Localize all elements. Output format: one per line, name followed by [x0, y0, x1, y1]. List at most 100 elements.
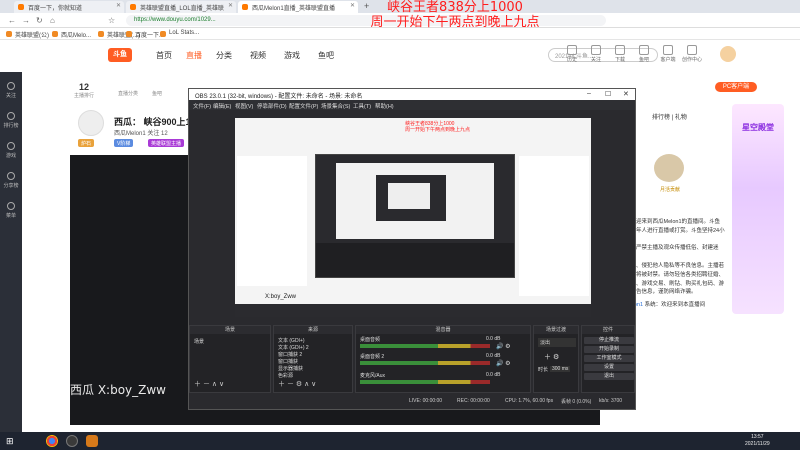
sidebar-item-menu[interactable]: 菜单: [0, 202, 22, 219]
sidebar-item-game[interactable]: 游戏: [0, 142, 22, 159]
browser-tab-active[interactable]: 西瓜Melon1直播_英雄联盟直播 ✕: [238, 1, 358, 13]
scenes-dock: 场景 场景 ＋ － ∧ ∨: [189, 325, 271, 393]
transition-toolbar[interactable]: ＋ ⚙: [544, 352, 559, 362]
system-clock[interactable]: 13:57 2021/11/29: [745, 434, 770, 448]
screen: 百度一下，你就知道 ✕ 英雄联盟直播_LOL直播_英雄联 ✕ 西瓜Melon1直播_…: [0, 0, 800, 450]
top-fan-avatar[interactable]: [654, 154, 684, 182]
streamer-avatar[interactable]: [78, 110, 104, 136]
source-item[interactable]: 显示器捕获: [278, 365, 303, 372]
duration-label: 时长: [538, 367, 549, 373]
nav-games[interactable]: 游戏: [284, 50, 300, 61]
source-item[interactable]: 窗口捕获 2: [278, 351, 302, 358]
source-item[interactable]: 文本 (GDI+) 2: [278, 344, 309, 351]
star-icon[interactable]: ☆: [108, 16, 115, 25]
menu-item[interactable]: 视图(V): [235, 102, 253, 110]
maximize-icon[interactable]: ☐: [605, 90, 611, 98]
douyu-icon: [130, 4, 136, 10]
exit-button[interactable]: 退出: [584, 373, 634, 380]
badge[interactable]: 英雄联盟主播: [148, 139, 185, 147]
douyu-icon: [242, 4, 248, 10]
chrome-icon[interactable]: [46, 435, 58, 447]
obs-preview[interactable]: 峡谷王者838分上1000 周一开始下午两点到晚上九点 X:boy_Zww: [235, 118, 591, 317]
speaker-icon[interactable]: 🔊 ⚙: [496, 343, 511, 350]
promo-title: 星空殿堂: [742, 123, 774, 132]
client-icon[interactable]: 客户端: [656, 45, 680, 63]
preview-watermark: X:boy_Zww: [265, 294, 297, 300]
douyu-logo[interactable]: 斗鱼: [108, 48, 132, 62]
close-icon[interactable]: ✕: [116, 2, 121, 9]
start-recording-button[interactable]: 开始录制: [584, 346, 634, 353]
streamer-name[interactable]: 西瓜Melon1 关注 12: [114, 128, 168, 137]
forward-icon[interactable]: →: [22, 16, 30, 25]
obs-window: OBS 23.0.1 (32-bit, windows) - 配置文件: 未命名…: [188, 88, 636, 410]
browser-tab[interactable]: 英雄联盟直播_LOL直播_英雄联 ✕: [126, 1, 236, 13]
menu-item[interactable]: 工具(T): [353, 102, 371, 110]
scene-item[interactable]: 场景: [194, 338, 204, 345]
obs-titlebar: OBS 23.0.1 (32-bit, windows) - 配置文件: 未命名…: [189, 89, 635, 100]
obs-icon[interactable]: [66, 435, 78, 447]
studio-mode-button[interactable]: 工作室模式: [584, 355, 634, 362]
nav-category[interactable]: 分类: [216, 50, 232, 61]
nav-live[interactable]: 直播: [186, 50, 202, 61]
menu-item[interactable]: 配置文件(P): [289, 102, 318, 110]
badge[interactable]: V阶梯: [114, 139, 134, 147]
source-item[interactable]: 文本 (GDI+): [278, 337, 305, 344]
user-avatar[interactable]: [720, 46, 736, 62]
mixer-track-label: 桌面音频 2: [360, 354, 385, 360]
rank-title[interactable]: 排行榜 | 礼物: [652, 112, 687, 121]
back-icon[interactable]: ←: [8, 16, 16, 25]
trophy-icon: [7, 112, 15, 120]
home-icon[interactable]: ⌂: [50, 16, 55, 25]
menu-item[interactable]: 文件(F): [193, 102, 211, 110]
cat-tab[interactable]: 直播分类: [118, 90, 138, 97]
cat-tab[interactable]: 鱼吧: [152, 90, 162, 97]
promo-banner[interactable]: 星空殿堂: [732, 104, 784, 314]
sidebar-item-share[interactable]: 分享榜: [0, 172, 22, 189]
refresh-icon[interactable]: ↻: [36, 16, 43, 25]
sidebar-item-follow[interactable]: 关注: [0, 82, 22, 99]
pc-client-button[interactable]: PC客户端: [715, 82, 757, 92]
sources-dock: 来源 文本 (GDI+) 文本 (GDI+) 2 窗口捕获 2 窗口捕获 显示器…: [273, 325, 353, 393]
bookmark[interactable]: 英雄联盟(公): [6, 30, 49, 39]
nav-home[interactable]: 首页: [156, 50, 172, 61]
anchor-rank[interactable]: 12 主播排行: [74, 82, 94, 99]
close-icon[interactable]: ✕: [228, 2, 233, 9]
nav-video[interactable]: 视频: [250, 50, 266, 61]
close-icon[interactable]: ✕: [623, 90, 629, 98]
source-toolbar[interactable]: ＋ － ⚙ ∧ ∨: [278, 379, 316, 389]
stop-streaming-button[interactable]: 停止推流: [584, 337, 634, 344]
sidebar-item-rank[interactable]: 排行榜: [0, 112, 22, 129]
minimize-icon[interactable]: –: [587, 90, 591, 97]
follow-icon[interactable]: 关注: [584, 45, 608, 63]
download-icon[interactable]: 下载: [608, 45, 632, 63]
creator-icon[interactable]: 创作中心: [680, 45, 704, 63]
bookmark[interactable]: 百度一下...: [126, 30, 164, 39]
obs-menubar: 文件(F) 编辑(E) 视图(V) 停靠部件(D) 配置文件(P) 场景集合(S…: [189, 100, 635, 110]
source-item[interactable]: 窗口捕获: [278, 358, 298, 365]
baidu-icon: [18, 4, 24, 10]
windows-start-icon[interactable]: ⊞: [6, 436, 14, 447]
bookmark[interactable]: 西瓜Melo...: [52, 30, 91, 39]
source-item[interactable]: 色彩源: [278, 372, 293, 379]
menu-item[interactable]: 场景集合(S): [321, 102, 350, 110]
browser-tab[interactable]: 百度一下，你就知道 ✕: [14, 1, 124, 13]
settings-button[interactable]: 设置: [584, 364, 634, 371]
rank-panel: 排行榜 | 礼物 月活贡献: [640, 108, 730, 193]
transition-select[interactable]: 淡出: [538, 338, 576, 347]
bookmark[interactable]: LoL Stats...: [160, 30, 199, 37]
duration-input[interactable]: 300 ms: [550, 366, 571, 372]
menu-item[interactable]: 帮助(H): [375, 102, 394, 110]
rec-time: REC: 00:00:00: [457, 398, 490, 404]
dropped-frames: 丢帧 0 (0.0%): [561, 399, 592, 405]
scene-toolbar[interactable]: ＋ － ∧ ∨: [194, 379, 224, 389]
history-icon[interactable]: 历史: [560, 45, 584, 63]
nav-yuba[interactable]: 鱼吧: [318, 50, 334, 61]
speaker-icon[interactable]: 🔊 ⚙: [496, 360, 511, 367]
menu-item[interactable]: 停靠部件(D): [257, 102, 287, 110]
badge[interactable]: 炉石: [78, 139, 95, 147]
yuba-icon[interactable]: 鱼吧: [632, 45, 656, 63]
app-icon[interactable]: [86, 435, 98, 447]
stream-announcement: 峡谷王者838分上1000 周一开始下午两点到晚上九点: [370, 0, 540, 30]
recursive-preview-inner: [336, 163, 494, 239]
menu-item[interactable]: 编辑(E): [213, 102, 231, 110]
